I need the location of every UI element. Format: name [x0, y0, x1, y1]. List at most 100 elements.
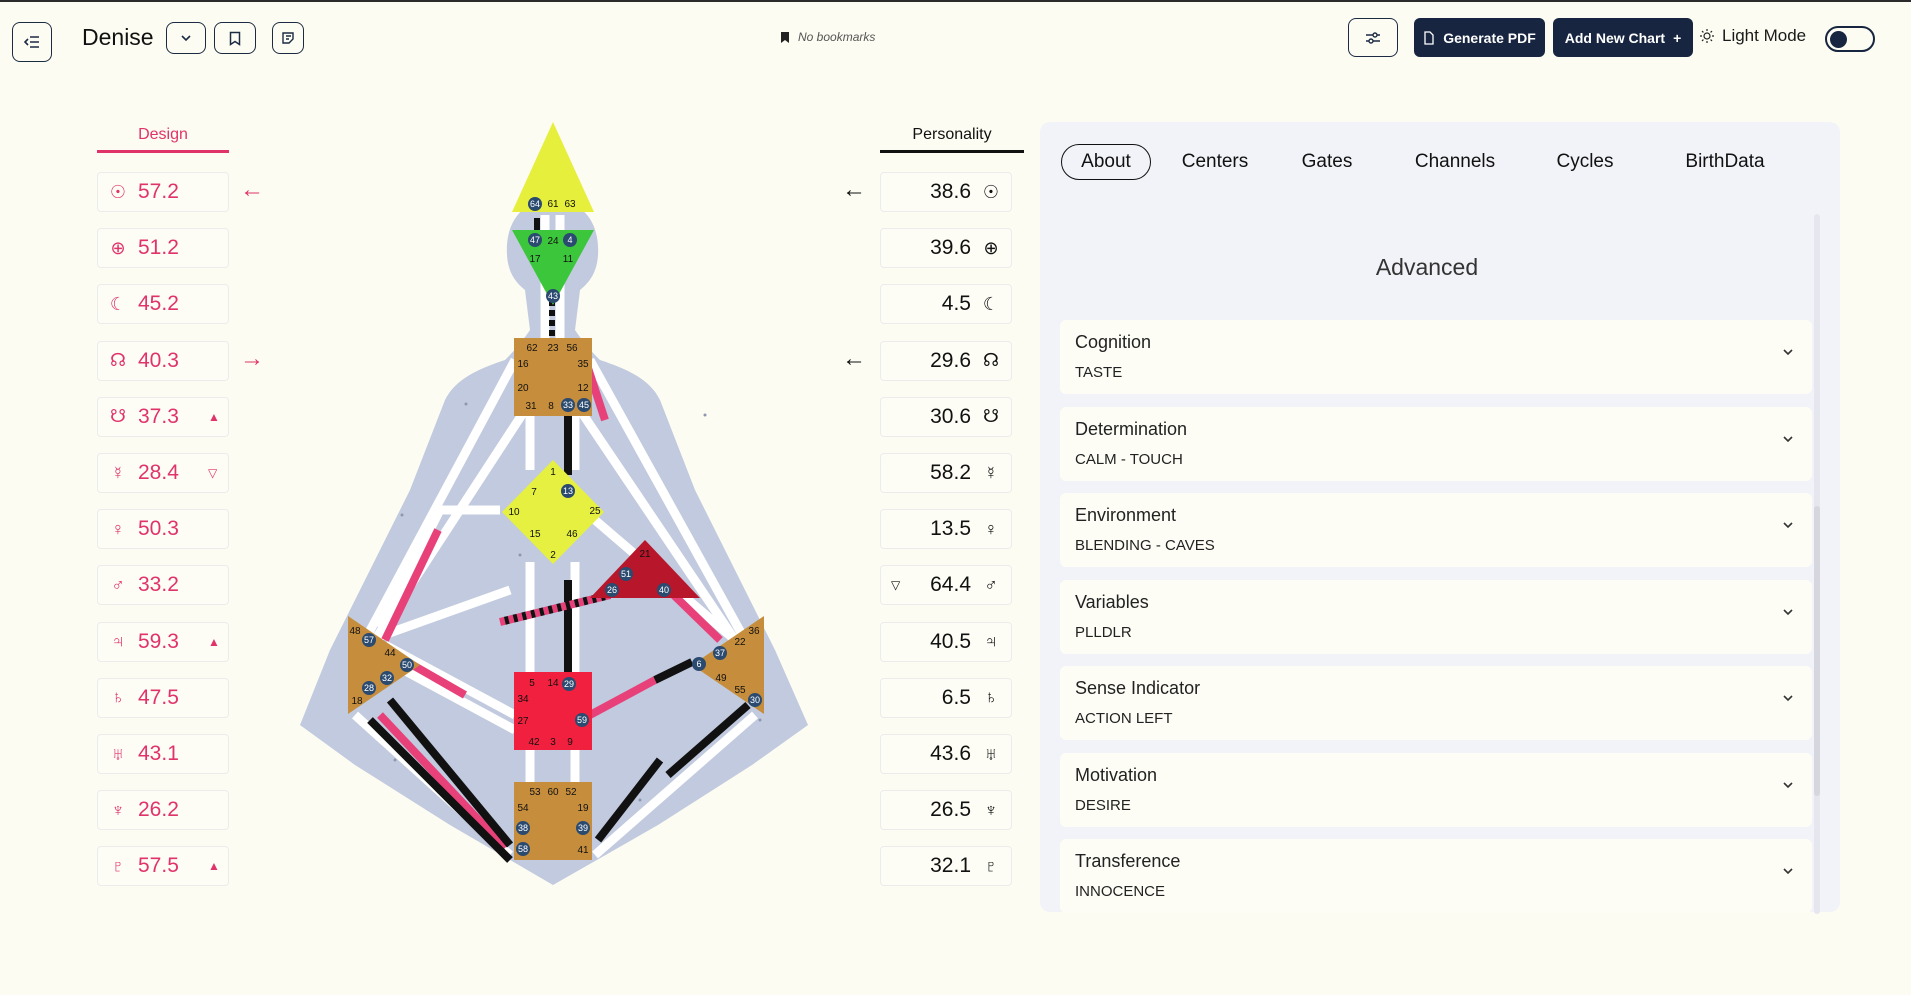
tab-birthdata[interactable]: BirthData: [1670, 144, 1780, 180]
tab-centers[interactable]: Centers: [1170, 144, 1260, 180]
card-value: ACTION LEFT: [1075, 710, 1173, 727]
svg-text:34: 34: [517, 694, 529, 705]
personality-north-node-arrow-icon: ←: [842, 344, 866, 372]
design-row-north-node[interactable]: ☊ 40.3: [97, 340, 229, 381]
svg-text:22: 22: [734, 637, 746, 648]
notes-button[interactable]: [272, 22, 304, 54]
light-mode-toggle[interactable]: [1825, 26, 1875, 52]
uranus-symbol-icon: ♅: [984, 743, 998, 764]
chevron-down-icon[interactable]: [1782, 777, 1794, 792]
scrollbar-thumb[interactable]: [1814, 506, 1820, 796]
personality-row-pluto[interactable]: 32.1 ♇: [880, 846, 1012, 887]
generate-pdf-button[interactable]: Generate PDF: [1414, 18, 1545, 57]
moon-gate-value: 45.2: [138, 292, 179, 316]
svg-text:11: 11: [563, 254, 574, 265]
bookmark-filled-icon: [781, 31, 789, 43]
neptune-symbol-icon: ♆: [984, 799, 998, 820]
svg-text:52: 52: [565, 787, 577, 798]
svg-text:46: 46: [566, 529, 578, 540]
chevron-down-icon[interactable]: [1782, 690, 1794, 705]
settings-sliders-button[interactable]: [1348, 18, 1398, 57]
design-row-mercury[interactable]: ☿ 28.4 ▽: [97, 453, 229, 493]
sun-gate-value: 57.2: [138, 180, 179, 203]
generate-pdf-label: Generate PDF: [1443, 29, 1536, 46]
svg-text:44: 44: [384, 648, 396, 659]
mercury-fixation-marker: ▽: [208, 466, 218, 480]
moon-symbol-icon: ☾: [982, 293, 1000, 314]
tab-gates[interactable]: Gates: [1282, 144, 1372, 180]
chevron-down-icon[interactable]: [1782, 431, 1794, 446]
menu-collapse-icon: [24, 36, 39, 48]
advanced-card-environment[interactable]: Environment BLENDING - CAVES: [1060, 493, 1812, 567]
design-row-moon[interactable]: ☾ 45.2: [97, 284, 229, 325]
svg-text:8: 8: [548, 401, 554, 412]
tab-about[interactable]: About: [1061, 144, 1151, 180]
chevron-down-icon[interactable]: [1782, 344, 1794, 359]
personality-row-moon[interactable]: 4.5 ☾: [880, 284, 1012, 325]
design-row-mars[interactable]: ♂ 33.2: [97, 565, 229, 606]
sun-icon: [1700, 29, 1714, 43]
svg-text:2: 2: [550, 550, 556, 561]
svg-text:30: 30: [750, 695, 760, 705]
svg-text:7: 7: [531, 487, 537, 498]
bookmark-button[interactable]: [214, 22, 256, 54]
panel-scrollbar[interactable]: [1814, 214, 1820, 914]
chevron-down-icon[interactable]: [1782, 604, 1794, 619]
design-row-south-node[interactable]: ☋ 37.3 ▲: [97, 396, 229, 437]
svg-text:5: 5: [529, 678, 535, 689]
design-row-sun[interactable]: ☉ 57.2: [97, 172, 229, 212]
design-row-saturn[interactable]: ♄ 47.5: [97, 677, 229, 718]
sun-symbol-icon: ☉: [109, 181, 127, 202]
personality-row-saturn[interactable]: 6.5 ♄: [880, 677, 1012, 718]
advanced-card-sense-indicator[interactable]: Sense Indicator ACTION LEFT: [1060, 666, 1812, 740]
design-sun-arrow-icon: ←: [240, 176, 264, 203]
tab-channels[interactable]: Channels: [1405, 144, 1505, 180]
earth-symbol-icon: ⊕: [110, 237, 126, 258]
svg-text:36: 36: [748, 626, 760, 637]
svg-text:10: 10: [508, 507, 520, 518]
advanced-card-variables[interactable]: Variables PLLDLR: [1060, 579, 1812, 654]
add-new-chart-button[interactable]: Add New Chart +: [1553, 18, 1693, 57]
personality-row-mars[interactable]: 64.4 ♂ ▽: [880, 565, 1012, 606]
personality-row-uranus[interactable]: 43.6 ♅: [880, 734, 1012, 774]
personality-row-sun[interactable]: 38.6 ☉: [880, 172, 1012, 212]
design-row-jupiter[interactable]: ♃ 59.3 ▲: [97, 621, 229, 662]
svg-text:26: 26: [607, 585, 617, 595]
chart-select-dropdown-button[interactable]: [166, 22, 206, 54]
svg-text:31: 31: [525, 401, 537, 412]
design-row-uranus[interactable]: ♅ 43.1: [97, 734, 229, 774]
svg-text:37: 37: [715, 648, 725, 658]
chevron-down-icon[interactable]: [1782, 863, 1794, 878]
design-row-neptune[interactable]: ♆ 26.2: [97, 790, 229, 831]
pluto-symbol-icon: ♇: [984, 855, 998, 876]
personality-row-north-node[interactable]: 29.6 ☊: [880, 340, 1012, 381]
card-title: Variables: [1075, 591, 1149, 612]
card-title: Determination: [1075, 418, 1188, 439]
advanced-card-determination[interactable]: Determination CALM - TOUCH: [1060, 406, 1812, 481]
north-node-symbol-icon: ☊: [983, 350, 999, 371]
personality-row-south-node[interactable]: 30.6 ☋: [880, 396, 1012, 437]
design-row-earth[interactable]: ⊕ 51.2: [97, 228, 229, 269]
personality-row-venus[interactable]: 13.5 ♀: [880, 509, 1012, 550]
design-row-pluto[interactable]: ♇ 57.5 ▲: [97, 846, 229, 887]
personality-row-mercury[interactable]: 58.2 ☿: [880, 453, 1012, 493]
advanced-card-motivation[interactable]: Motivation DESIRE: [1060, 752, 1812, 827]
tab-cycles[interactable]: Cycles: [1540, 144, 1630, 180]
personality-row-jupiter[interactable]: 40.5 ♃: [880, 621, 1012, 662]
card-title: Environment: [1075, 505, 1177, 525]
advanced-card-cognition[interactable]: Cognition TASTE: [1060, 320, 1812, 394]
svg-text:43: 43: [548, 291, 558, 301]
advanced-card-transference[interactable]: Transference INNOCENCE: [1060, 839, 1812, 913]
personality-row-earth[interactable]: 39.6 ⊕: [880, 228, 1012, 269]
svg-text:55: 55: [734, 685, 746, 696]
sidebar-toggle-button[interactable]: [12, 22, 52, 62]
earth-gate-value: 39.6: [930, 236, 971, 260]
sun-gate-value: 38.6: [930, 180, 971, 203]
design-row-venus[interactable]: ♀ 50.3: [97, 509, 229, 550]
svg-text:28: 28: [364, 683, 374, 693]
svg-text:60: 60: [547, 787, 559, 798]
personality-row-neptune[interactable]: 26.5 ♆: [880, 790, 1012, 831]
svg-text:21: 21: [639, 549, 651, 560]
chevron-down-icon[interactable]: [1782, 517, 1794, 532]
venus-symbol-icon: ♀: [111, 518, 125, 539]
